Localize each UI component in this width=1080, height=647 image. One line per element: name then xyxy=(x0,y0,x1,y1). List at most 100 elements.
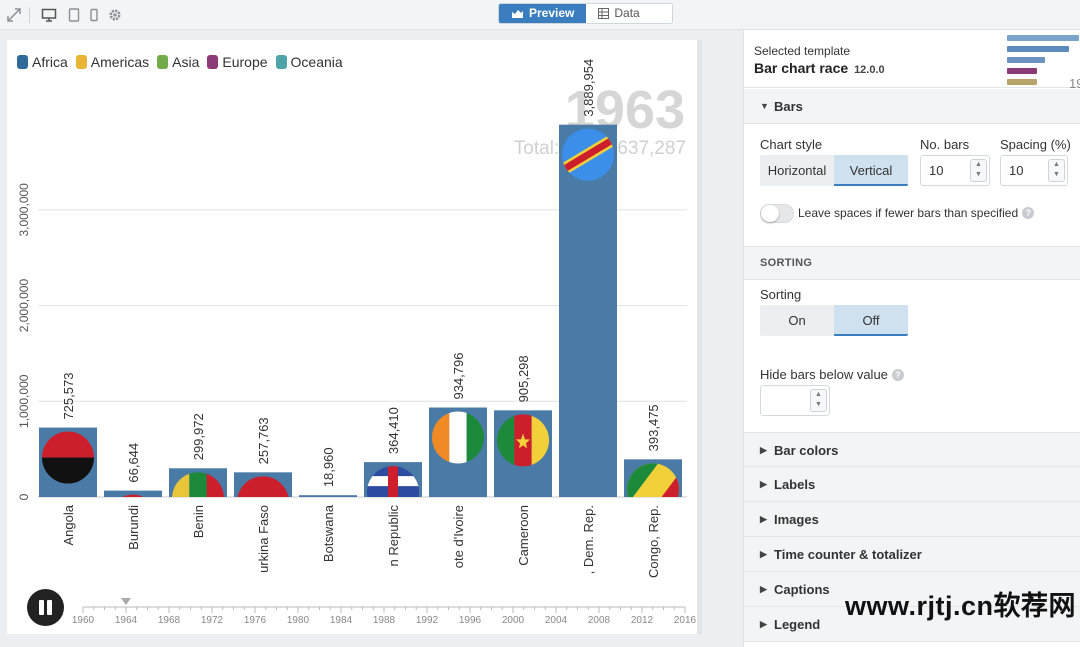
section-labels[interactable]: ▶ Labels xyxy=(744,467,1080,502)
stepper-icon[interactable]: ▲ ▼ xyxy=(1048,159,1065,182)
section-time-counter[interactable]: ▶ Time counter & totalizer xyxy=(744,537,1080,572)
section-bars[interactable]: ▼ Bars xyxy=(744,89,1080,124)
desktop-icon[interactable] xyxy=(41,7,57,23)
section-bar-colors[interactable]: ▶ Bar colors xyxy=(744,432,1080,467)
top-toolbar: Preview Data xyxy=(0,0,1080,30)
leave-spaces-toggle[interactable] xyxy=(760,204,794,223)
timeline-label: 1992 xyxy=(416,615,439,626)
caret-right-icon: ▶ xyxy=(760,479,767,489)
thumb-bar xyxy=(1007,57,1045,63)
template-header: Selected template Bar chart race 12.0.0 … xyxy=(744,30,1080,88)
hide-bars-input[interactable]: ▲ ▼ xyxy=(760,385,830,416)
timeline-label: 1988 xyxy=(373,615,396,626)
value-label: 3,889,954 xyxy=(581,59,596,117)
template-name: Bar chart race 12.0.0 xyxy=(754,60,885,76)
sorting-toggle: On Off xyxy=(760,305,908,336)
thumb-bar xyxy=(1007,35,1079,41)
settings-icon[interactable] xyxy=(107,7,123,23)
timeline-label: 1976 xyxy=(244,615,267,626)
category-label: , Dem. Rep. xyxy=(581,505,596,574)
timeline-handle[interactable] xyxy=(121,598,131,605)
preview-tab-label: Preview xyxy=(529,6,575,20)
y-tick-label: 2,000,000 xyxy=(17,279,31,333)
caret-right-icon: ▶ xyxy=(760,445,767,455)
selected-template-label: Selected template xyxy=(754,44,851,58)
timeline-label: 2000 xyxy=(502,615,525,626)
caret-right-icon: ▶ xyxy=(760,514,767,524)
section-title: Labels xyxy=(774,477,816,492)
section-title: Images xyxy=(774,512,819,527)
timeline-label: 1980 xyxy=(287,615,310,626)
chart-style-vertical[interactable]: Vertical xyxy=(834,155,908,186)
help-icon[interactable]: ? xyxy=(1022,207,1035,219)
y-tick-label: 1,000,000 xyxy=(17,374,31,428)
spacing-input[interactable]: 10 ▲ ▼ xyxy=(1000,155,1068,186)
timeline-label: 2008 xyxy=(588,615,611,626)
no-bars-input[interactable]: 10 ▲ ▼ xyxy=(920,155,990,186)
stepper-icon[interactable]: ▲ ▼ xyxy=(810,389,827,412)
pause-button[interactable] xyxy=(27,589,64,626)
sorting-off[interactable]: Off xyxy=(834,305,908,336)
timeline-label: 2012 xyxy=(631,615,654,626)
thumb-bar xyxy=(1007,79,1037,85)
flag-icon xyxy=(497,414,549,467)
data-tab[interactable]: Data xyxy=(586,4,673,23)
timeline-label: 1996 xyxy=(459,615,482,626)
flag-icon xyxy=(562,128,614,181)
spacing-value: 10 xyxy=(1009,163,1024,178)
chart-style-horizontal[interactable]: Horizontal xyxy=(760,155,834,186)
no-bars-label: No. bars xyxy=(920,137,970,152)
category-label: ote d'Ivoire xyxy=(451,505,466,568)
sorting-subheader: SORTING xyxy=(744,246,1080,280)
mobile-icon[interactable] xyxy=(86,7,102,23)
section-title: Legend xyxy=(774,617,821,632)
y-axis: 0 1,000,000 2,000,000 3,000,000 xyxy=(17,183,31,501)
y-tick-label: 0 xyxy=(17,493,31,500)
caret-right-icon: ▶ xyxy=(760,584,767,594)
area-chart-icon xyxy=(512,10,523,18)
spacing-label: Spacing (%) xyxy=(1000,137,1071,152)
expand-icon[interactable] xyxy=(6,7,22,23)
help-icon[interactable]: ? xyxy=(891,369,904,381)
template-thumbnail[interactable]: 199 xyxy=(1007,34,1080,88)
chart-preview: Africa Americas Asia Europe Oceania 0 1,0… xyxy=(7,40,697,634)
thumb-bar xyxy=(1007,46,1069,52)
toggle-knob xyxy=(761,205,779,222)
timeline-label: 1964 xyxy=(115,615,138,626)
category-label: Angola xyxy=(61,504,76,545)
value-label: 393,475 xyxy=(646,404,661,451)
value-label: 18,960 xyxy=(321,447,336,487)
tablet-icon[interactable] xyxy=(66,7,82,23)
section-title: Time counter & totalizer xyxy=(774,547,922,562)
value-label: 257,763 xyxy=(256,417,271,464)
timeline-label: 1972 xyxy=(201,615,224,626)
flag-icon xyxy=(432,411,484,464)
pause-icon xyxy=(39,600,44,615)
value-label: 934,796 xyxy=(451,353,466,400)
hide-bars-label: Hide bars below value xyxy=(760,367,888,382)
stepper-icon[interactable]: ▲ ▼ xyxy=(970,159,987,182)
category-label: Congo, Rep. xyxy=(646,505,661,578)
y-tick-label: 3,000,000 xyxy=(17,183,31,237)
toolbar-divider xyxy=(29,7,30,23)
view-toggle: Preview Data xyxy=(498,3,674,24)
timeline[interactable]: 1960 1964 1968 1972 1976 1980 1984 1988 1992 1996… xyxy=(72,598,697,626)
thumb-bar xyxy=(1007,68,1037,74)
preview-tab[interactable]: Preview xyxy=(499,4,587,23)
leave-spaces-label: Leave spaces if fewer bars than specifie… xyxy=(798,206,1019,220)
category-label: n Republic xyxy=(386,505,401,567)
watermark: www.rjtj.cn软荐网 xyxy=(845,591,1077,621)
timeline-label: 1984 xyxy=(330,615,353,626)
timeline-label: 1968 xyxy=(158,615,181,626)
sorting-on[interactable]: On xyxy=(760,305,834,336)
value-label: 364,410 xyxy=(386,407,401,454)
bar-chart: 01,000,0002,000,0003,000,000 1963 Total:… xyxy=(17,59,697,626)
data-tab-label: Data xyxy=(614,6,640,20)
value-label: 299,972 xyxy=(191,413,206,460)
category-label: urkina Faso xyxy=(256,505,271,573)
bar[interactable] xyxy=(299,495,357,497)
section-images[interactable]: ▶ Images xyxy=(744,502,1080,537)
value-label: 725,573 xyxy=(61,373,76,420)
category-label: Benin xyxy=(191,505,206,538)
template-title: Bar chart race xyxy=(754,60,849,76)
